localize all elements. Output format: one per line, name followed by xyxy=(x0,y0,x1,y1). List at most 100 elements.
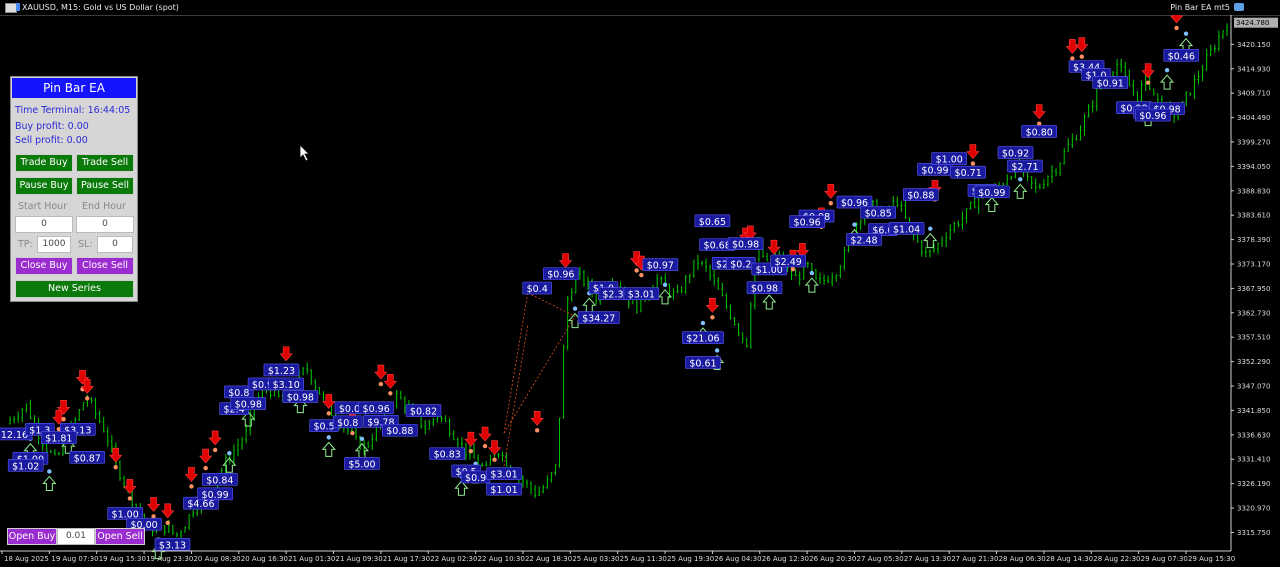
time-tick-label: 21 Aug 17:30 xyxy=(383,555,430,563)
sell-arrow-shape xyxy=(184,467,199,482)
profit-label: $0.85 xyxy=(860,206,896,219)
profit-label-text: $0.8 xyxy=(337,418,358,429)
current-price-label: 3424.780 xyxy=(1236,19,1269,27)
trade-buy-button[interactable]: Trade Buy xyxy=(15,154,73,172)
pause-sell-button[interactable]: Pause Sell xyxy=(76,177,134,195)
profit-label-text: $0.84 xyxy=(206,475,233,486)
sell-signal-dot xyxy=(85,396,90,401)
profit-label-text: $34.27 xyxy=(582,314,615,325)
close-buy-button[interactable]: Close Buy xyxy=(15,257,73,275)
time-tick-label: 27 Aug 21:30 xyxy=(951,555,998,563)
profit-label: $0.84 xyxy=(202,473,238,486)
price-tick-label: 3414.930 xyxy=(1237,65,1270,73)
ea-control-panel: Pin Bar EA Time Terminal: 16:44:05 Buy p… xyxy=(10,76,138,302)
time-tick-label: 29 Aug 07:30 xyxy=(1141,555,1188,563)
time-tick-label: 19 Aug 15:30 xyxy=(99,555,146,563)
price-tick-label: 3362.730 xyxy=(1237,309,1270,317)
profit-label-text: $0.82 xyxy=(410,407,437,418)
sell-arrow-shape xyxy=(383,373,398,389)
sell-arrow-shape xyxy=(198,448,213,464)
sell-arrow-shape xyxy=(279,346,293,362)
sell-arrow-icon xyxy=(322,394,336,416)
buy-signal-dot xyxy=(47,469,52,474)
buy-arrow-icon xyxy=(42,469,57,491)
lot-size-input[interactable]: 0.01 xyxy=(57,528,95,545)
open-sell-button[interactable]: Open Sell xyxy=(95,528,145,545)
tp-input[interactable]: 1000 xyxy=(37,236,71,253)
profit-label-text: $0.46 xyxy=(1168,51,1195,62)
sell-arrow-shape xyxy=(1169,15,1184,24)
sell-signal-dot xyxy=(189,484,194,489)
price-tick-label: 3341.850 xyxy=(1237,407,1270,415)
profit-label-text: $0.80 xyxy=(1026,127,1053,138)
sell-arrow-shape xyxy=(1065,39,1079,54)
start-hour-input[interactable]: 0 xyxy=(15,216,73,233)
profit-label-text: $0.96 xyxy=(547,270,574,281)
sell-arrow-icon xyxy=(123,479,137,501)
buy-arrow-shape xyxy=(984,196,999,213)
sell-signal-dot xyxy=(1145,80,1151,85)
sell-arrow-shape xyxy=(558,253,573,268)
sell-signal-dot xyxy=(482,443,488,449)
profit-label: $0.96 xyxy=(543,267,579,281)
sell-arrow-icon xyxy=(530,410,544,433)
profit-label: $0.9 xyxy=(460,470,491,484)
sell-arrow-icon xyxy=(478,426,492,449)
price-tick-label: 3352.290 xyxy=(1237,358,1270,366)
pause-buy-button[interactable]: Pause Buy xyxy=(15,177,73,195)
time-tick-label: 29 Aug 15:30 xyxy=(1188,555,1235,563)
start-hour-label: Start Hour xyxy=(18,201,68,212)
time-tick-label: 28 Aug 06:30 xyxy=(999,555,1046,563)
price-chart[interactable]: $12.16$1.3$3.13$1.00$1.02$1.81$0.87$1.00… xyxy=(0,15,1280,567)
end-hour-label: End Hour xyxy=(82,201,126,212)
open-buy-button[interactable]: Open Buy xyxy=(7,528,57,545)
sell-arrow-icon xyxy=(146,497,161,519)
time-tick-label: 18 Aug 2025 xyxy=(4,555,49,563)
sell-signal-dot xyxy=(350,430,355,436)
close-sell-button[interactable]: Close Sell xyxy=(76,257,134,275)
profit-label-text: $2.71 xyxy=(1011,162,1038,173)
end-hour-input[interactable]: 0 xyxy=(76,216,134,233)
cap-icon[interactable] xyxy=(1234,3,1244,11)
price-tick-label: 3320.970 xyxy=(1237,505,1270,513)
buy-arrow-shape xyxy=(1013,183,1028,199)
sell-arrow-shape xyxy=(374,364,388,380)
time-tick-label: 28 Aug 14:30 xyxy=(1046,555,1093,563)
price-tick-label: 3315.750 xyxy=(1237,529,1270,537)
buy-arrow-icon xyxy=(1013,177,1028,199)
profit-label: $0.46 xyxy=(1163,48,1200,62)
new-series-button[interactable]: New Series xyxy=(15,280,134,298)
chart-title-bar: XAUUSD, M15: Gold vs US Dollar (spot) Pi… xyxy=(0,0,1280,16)
sell-arrow-icon xyxy=(208,430,222,453)
time-tick-label: 28 Aug 22:30 xyxy=(1093,555,1140,563)
sell-arrow-icon xyxy=(464,431,478,454)
price-tick-label: 3399.270 xyxy=(1237,138,1270,146)
buy-arrow-shape xyxy=(804,277,819,293)
trade-connector-line xyxy=(503,292,529,434)
sell-arrow-icon xyxy=(1065,39,1079,61)
sell-arrow-icon xyxy=(966,144,980,166)
profit-label-text: $0.99 xyxy=(921,165,948,176)
trade-sell-button[interactable]: Trade Sell xyxy=(76,154,134,172)
time-terminal-text: Time Terminal: 16:44:05 xyxy=(15,105,131,116)
price-tick-label: 3409.710 xyxy=(1237,90,1270,98)
sell-arrow-shape xyxy=(767,239,781,255)
sell-signal-dot xyxy=(212,447,218,453)
profit-label-text: $0.96 xyxy=(363,404,390,415)
profit-label-text: $0.85 xyxy=(865,208,892,219)
buy-arrow-shape xyxy=(321,441,336,457)
price-tick-label: 3388.830 xyxy=(1237,187,1270,195)
price-tick-label: 3331.410 xyxy=(1237,456,1270,464)
sl-input[interactable]: 0 xyxy=(97,236,133,253)
buy-arrow-shape xyxy=(923,232,938,249)
price-tick-label: 3420.150 xyxy=(1237,41,1270,49)
profit-label-text: $21.06 xyxy=(686,334,719,345)
profit-label: $0.4 xyxy=(522,281,552,295)
profit-label-text: $2.49 xyxy=(775,257,802,268)
time-tick-label: 25 Aug 19:30 xyxy=(667,555,714,563)
buy-arrow-icon xyxy=(321,435,336,457)
buy-signal-dot xyxy=(1164,67,1170,73)
profit-label: $1.81 xyxy=(41,431,77,445)
sell-signal-dot xyxy=(165,520,170,526)
sell-arrow-icon xyxy=(161,503,175,526)
